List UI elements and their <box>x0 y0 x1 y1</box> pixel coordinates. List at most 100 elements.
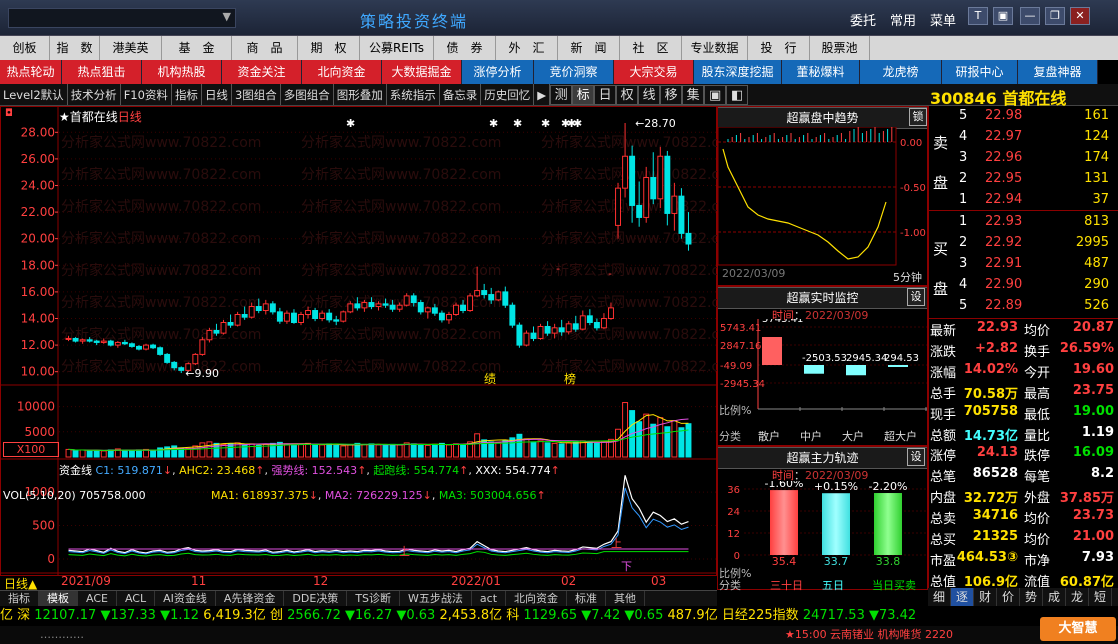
feature-item[interactable]: 大数据掘金 <box>382 60 462 84</box>
indicator-tab[interactable]: 标准 <box>567 591 607 606</box>
toolbar-item[interactable]: 指标 <box>172 84 202 105</box>
sz-change: ▼137.33 <box>100 608 156 623</box>
menu-item[interactable]: 商 品 <box>232 36 298 60</box>
right-tab[interactable]: 集 <box>682 85 705 105</box>
news-ticker[interactable]: ………… ★15:00 云南锗业 机构唯货 2220 <box>0 626 1118 644</box>
right-tab[interactable]: 权 <box>616 85 639 105</box>
indicator-tab[interactable]: act <box>472 591 507 606</box>
toolbar-item[interactable]: F10资料 <box>121 84 172 105</box>
indicator-tab[interactable]: ACL <box>117 591 156 606</box>
expand-icon[interactable]: ◧ <box>726 85 749 105</box>
toolbar-item[interactable]: 备忘录 <box>440 84 482 105</box>
feature-item[interactable]: 大宗交易 <box>614 60 694 84</box>
right-tab[interactable]: 测 <box>550 85 573 105</box>
quote-tab[interactable]: 价 <box>997 588 1020 606</box>
menu-item[interactable]: 指 数 <box>50 36 100 60</box>
quote-tab[interactable]: 势 <box>1020 588 1043 606</box>
feature-item[interactable]: 股东深度挖掘 <box>694 60 782 84</box>
volume-bar <box>664 426 671 458</box>
menu-item[interactable]: 社 区 <box>620 36 682 60</box>
quote-tab[interactable]: 成 <box>1043 588 1066 606</box>
menu-item[interactable]: 股票池 <box>810 36 870 60</box>
indicator-tab[interactable]: A先锋资金 <box>216 591 285 606</box>
menu-item[interactable]: 公募REITs <box>360 36 434 60</box>
feature-item[interactable]: 热点狙击 <box>62 60 142 84</box>
right-tab[interactable]: 线 <box>638 85 661 105</box>
monitor-bar <box>888 365 908 367</box>
menu-main[interactable]: 菜单 <box>930 10 956 29</box>
feature-item[interactable]: 机构热股 <box>142 60 222 84</box>
feature-item[interactable]: 北向资金 <box>302 60 382 84</box>
toolbar-item[interactable]: 多图组合 <box>281 84 334 105</box>
orderbook.buys-level: 5 <box>959 298 968 313</box>
intraday-period[interactable]: 5分钟 <box>893 269 922 285</box>
mainflow-set-button[interactable]: 设 <box>907 448 925 466</box>
watermark: 分析家公式网www.70822.com <box>61 358 261 375</box>
quote-label: 涨跌 <box>930 344 957 360</box>
feature-item[interactable]: 董秘爆料 <box>782 60 860 84</box>
menu-item[interactable]: 创板 <box>0 36 50 60</box>
toolbar-item[interactable]: 系统指示 <box>387 84 440 105</box>
indicator-tab[interactable]: 模板 <box>39 591 78 606</box>
kline-chart[interactable]: 28.00 26.00 24.00 22.00 20.00 18.00 16.00 14.00… <box>0 106 741 591</box>
menu-item[interactable]: 投 行 <box>748 36 810 60</box>
indicator-tab[interactable]: ACE <box>78 591 117 606</box>
minimize-icon[interactable]: — <box>1020 7 1040 25</box>
toolbar-item[interactable]: 技术分析 <box>68 84 121 105</box>
layout-icon[interactable]: ▣ <box>993 7 1013 25</box>
right-tab[interactable]: 日 <box>594 85 617 105</box>
quote-tab[interactable]: 财 <box>974 588 997 606</box>
close-icon[interactable]: ✕ <box>1070 7 1090 25</box>
menu-item[interactable]: 外 汇 <box>496 36 558 60</box>
menu-trade[interactable]: 委托 <box>850 10 876 29</box>
panel-toggle-icon[interactable]: ▣ <box>704 85 727 105</box>
feature-item[interactable]: 研报中心 <box>942 60 1018 84</box>
indicator-tab[interactable]: 北向资金 <box>506 591 568 606</box>
indicator-tab[interactable]: 指标 <box>0 591 39 606</box>
quote-tab[interactable]: 逐 <box>951 588 974 606</box>
pin-icon[interactable]: T <box>968 7 988 25</box>
menu-item[interactable]: 基 金 <box>162 36 232 60</box>
feature-item[interactable]: 资金关注 <box>222 60 302 84</box>
price-tick: 22.00 <box>21 205 55 219</box>
search-input[interactable]: ▼ <box>8 8 236 28</box>
feature-item[interactable]: 涨停分析 <box>462 60 534 84</box>
indicator-tab[interactable]: DDE决策 <box>284 591 348 606</box>
kline-svg[interactable]: 28.00 26.00 24.00 22.00 20.00 18.00 16.00 14.00… <box>1 107 741 589</box>
monitor-panel: 超赢实时监控 设 时间：2022/03/09 5743.41 2847.16 -49… <box>717 286 928 446</box>
menu-item[interactable]: 期 权 <box>298 36 360 60</box>
chevron-down-icon[interactable]: ▼ <box>223 10 231 23</box>
quote-label: 量比 <box>1024 428 1051 444</box>
mainflow-classes: 三十日 五日 当日买卖 <box>770 577 930 593</box>
menu-common[interactable]: 常用 <box>890 10 916 29</box>
indicator-tab[interactable]: AI资金线 <box>155 591 216 606</box>
restore-icon[interactable]: ❐ <box>1045 7 1065 25</box>
feature-item[interactable]: 热点轮动 <box>0 60 62 84</box>
fund-qp: 起跑线: 554.774 <box>373 464 460 477</box>
price-tick: 20.00 <box>21 232 55 246</box>
feature-item[interactable]: 竞价洞察 <box>534 60 614 84</box>
menu-item[interactable]: 债 券 <box>434 36 496 60</box>
quote-tab[interactable]: 短 <box>1089 588 1112 606</box>
toolbar-item[interactable]: 历史回忆 <box>481 84 535 105</box>
menu-item[interactable]: 港美英 <box>100 36 162 60</box>
right-tab[interactable]: 标 <box>572 85 595 105</box>
toolbar-item[interactable]: 图形叠加 <box>334 84 387 105</box>
feature-item[interactable]: 复盘神器 <box>1018 60 1098 84</box>
indicator-tab[interactable]: 其他 <box>606 591 646 606</box>
toolbar-item[interactable]: 日线 <box>202 84 232 105</box>
menu-item[interactable]: 专业数据 <box>682 36 748 60</box>
right-tab[interactable]: 移 <box>660 85 683 105</box>
indicator-tab[interactable]: W五步战法 <box>400 591 472 606</box>
toolbar-item[interactable]: 3图组合 <box>232 84 281 105</box>
play-icon[interactable]: ▶ <box>534 84 551 105</box>
toolbar-item[interactable]: Level2默认 <box>0 84 68 105</box>
menu-item[interactable]: 新 闻 <box>558 36 620 60</box>
lock-button[interactable]: 锁 <box>909 108 927 126</box>
quote-tab[interactable]: 龙 <box>1066 588 1089 606</box>
feature-item[interactable]: 龙虎榜 <box>860 60 942 84</box>
quote-tab[interactable]: 细 <box>928 588 951 606</box>
monitor-set-button[interactable]: 设 <box>907 288 925 306</box>
indicator-tab[interactable]: TS诊断 <box>347 591 401 606</box>
cy-pct: ▼0.63 <box>396 608 436 623</box>
